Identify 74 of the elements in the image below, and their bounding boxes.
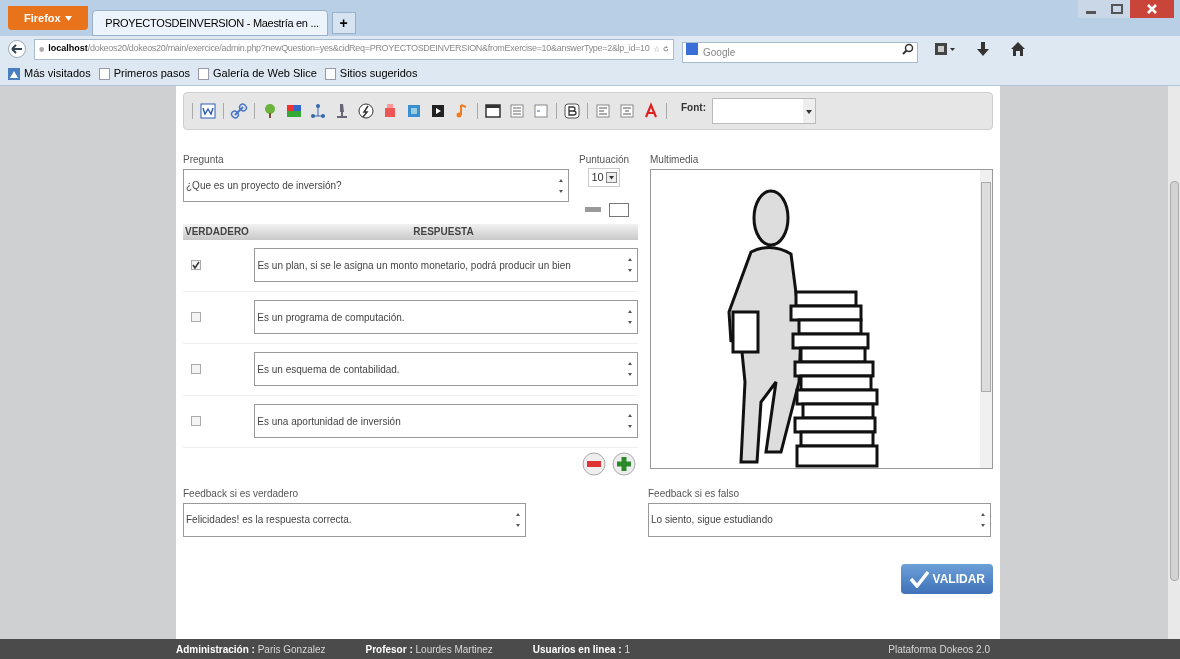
home-icon[interactable] [1010,41,1026,57]
download-icon[interactable] [976,41,990,57]
remove-icon[interactable] [582,451,606,476]
reload-icon[interactable] [663,43,669,55]
address-bar[interactable]: localhost/dokeos20/dokeos20/main/exercice/admin.php?newQuestion=yes&cidReq=PROYECTOSDEINVERSION&fromExercise=10&answerType=2&lp_id=10 [34,38,674,60]
column-header: VERDADERO [184,225,249,239]
video-icon[interactable] [429,102,447,120]
window-icon[interactable] [484,102,502,120]
field-label: Feedback si es falso [648,486,741,501]
column-header: RESPUESTA [412,225,475,239]
close-icon[interactable] [1130,0,1174,18]
image-icon[interactable] [285,102,303,120]
minimize-icon[interactable] [1078,0,1104,18]
answer-field[interactable]: Es un plan, si se le asigna un monto monetario, podrá producir un bien [254,248,638,282]
font-color-icon[interactable] [642,102,660,120]
question-field[interactable]: ¿Que es un proyecto de inversión? [183,169,569,202]
scrollbar[interactable] [1168,86,1180,639]
word-document-icon[interactable] [199,102,217,120]
bookmark-menu-icon[interactable] [934,41,956,57]
diagram-icon[interactable] [309,102,327,120]
checkbox[interactable] [191,416,201,426]
minus-bar-icon [585,207,602,212]
scrollbar-thumb[interactable] [981,182,991,392]
page-icon[interactable] [324,67,336,80]
bookmark-star-icon[interactable] [8,67,20,80]
add-icon[interactable] [612,451,636,476]
score-select[interactable]: 10 [588,168,620,187]
page-icon[interactable] [198,67,210,80]
bookmark-link[interactable]: Más visitados [8,65,91,82]
dropdown-caret-icon[interactable] [605,171,617,183]
feedback-field[interactable]: Lo siento, sigue estudiando [648,502,991,537]
footer-text: Usuarios en linea : 1 [532,642,631,657]
align-left-icon[interactable] [594,102,612,120]
feedback-field[interactable]: Felicidades! es la respuesta correcta. [183,502,526,537]
caret-icon[interactable] [64,15,72,21]
footer-text: Profesor : Lourdes Martinez [365,642,493,657]
new-tab-button[interactable]: + [331,12,356,34]
search-icon[interactable] [902,42,914,55]
checkbox[interactable] [191,364,201,374]
field-label: Multimedia [650,153,700,167]
align-center-icon[interactable] [618,102,636,120]
link-icon[interactable] [230,102,248,120]
search-field[interactable]: Google [682,41,918,63]
scrollbar-thumb[interactable] [1169,181,1179,581]
scroll-arrows-icon[interactable] [625,308,635,326]
maximize-icon[interactable] [1104,0,1130,18]
answer-field[interactable]: Es un programa de computación. [254,300,638,334]
scroll-arrows-icon[interactable] [625,412,635,430]
url-text: localhost/dokeos20/dokeos20/main/exercice/admin.php?newQuestion=yes&cidReq=PROYECTOSDEINVERSION&fromExercise=10&answerType=2&lp_id=10 [48,42,650,56]
flash-icon[interactable] [357,102,375,120]
answer-field[interactable]: Es una aportunidad de inversión [254,404,638,438]
checkbox[interactable] [191,260,201,270]
field-label: Pregunta [183,153,225,167]
bookmark-link[interactable]: Galería de Web Slice [198,65,317,82]
answer-field[interactable]: Es un esquema de contabilidad. [254,352,638,386]
dropdown-caret-icon[interactable] [803,99,815,123]
checkmark-icon[interactable] [908,569,929,588]
bold-icon[interactable] [563,102,581,120]
checkbox[interactable] [191,312,201,322]
font-label: Font: [681,100,706,115]
scroll-arrows-icon[interactable] [625,360,635,378]
color-swatch[interactable] [609,202,630,217]
field-label: Feedback si es verdadero [183,486,300,501]
validate-button[interactable]: VALIDAR [900,563,993,594]
footer-text: Administración : Paris Gonzalez [176,642,326,657]
scrollbar[interactable] [980,170,992,468]
scroll-arrows-icon[interactable] [625,256,635,274]
bookmark-link[interactable]: Sitios sugeridos [324,65,418,82]
star-icon[interactable] [653,43,660,55]
bookmark-link[interactable]: Primeros pasos [98,65,191,82]
footer-text: Plataforma Dokeos 2.0 [888,642,990,657]
field-label: Puntuación [579,153,630,167]
browser-tab[interactable]: PROYECTOSDEINVERSION - Maestría en ... [91,10,328,36]
page-icon[interactable] [98,67,110,80]
